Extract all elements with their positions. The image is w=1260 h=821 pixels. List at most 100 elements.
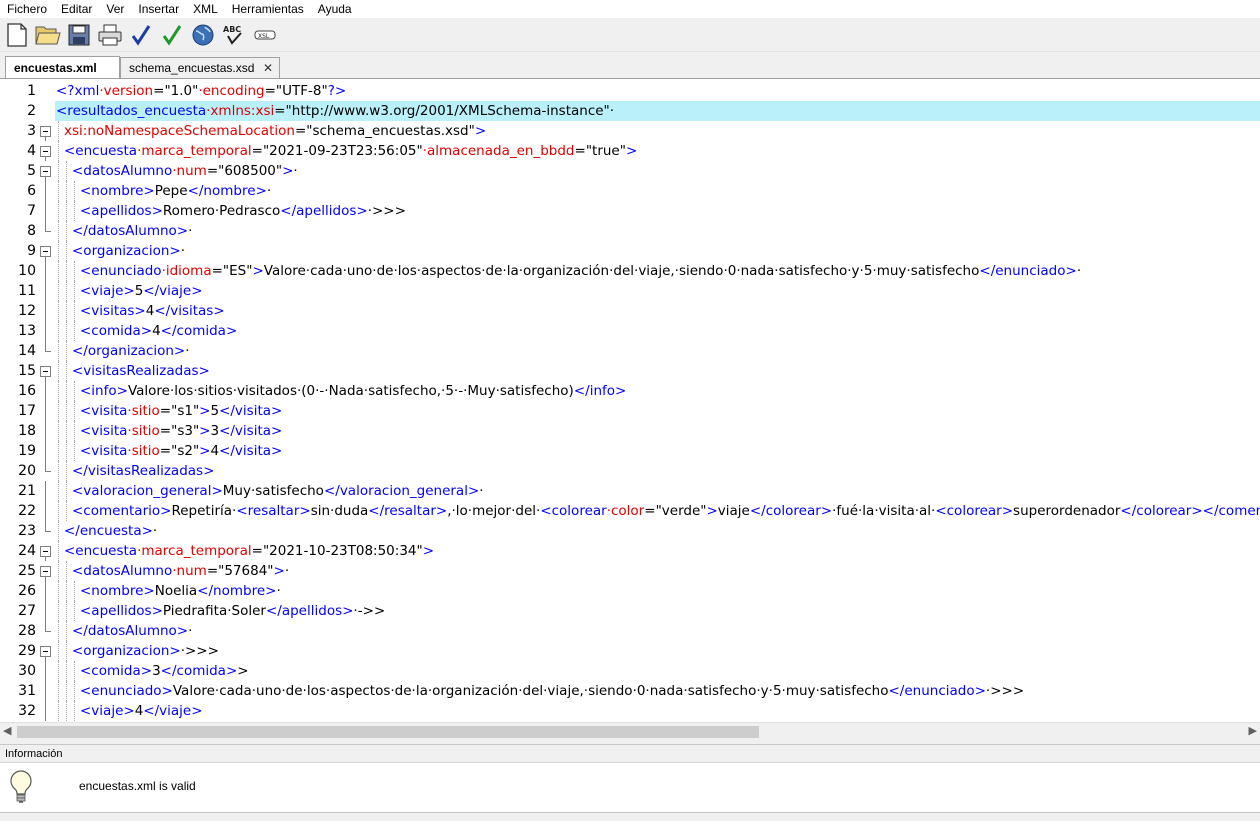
indent-guide: [66, 381, 67, 401]
fold-toggle-icon[interactable]: [40, 566, 51, 577]
code-line[interactable]: <encuesta·marca_temporal="2021-09-23T23:…: [64, 141, 637, 161]
line-number: 14: [18, 343, 36, 359]
indent-guide: [74, 321, 75, 341]
fold-line: [45, 661, 46, 681]
open-button[interactable]: [34, 21, 62, 49]
tab-schema-encuestas-xsd[interactable]: schema_encuestas.xsd ✕: [120, 57, 280, 78]
browser-button[interactable]: [189, 21, 217, 49]
fold-toggle-icon[interactable]: [40, 366, 51, 377]
code-line[interactable]: <resultados_encuesta·xmlns:xsi="http://w…: [56, 101, 614, 121]
code-line[interactable]: <visita·sitio="s3">3</visita>: [80, 421, 282, 441]
fold-toggle-icon[interactable]: [40, 126, 51, 137]
code-line[interactable]: </datosAlumno>·: [72, 221, 192, 241]
code-token: <datosAlumno: [72, 163, 173, 179]
code-line[interactable]: <comida>4</comida>: [80, 321, 237, 341]
check-button[interactable]: [127, 21, 155, 49]
code-line[interactable]: </visitasRealizadas>: [72, 461, 214, 481]
fold-line: [45, 261, 46, 281]
code-line[interactable]: <visita·sitio="s1">5</visita>: [80, 401, 282, 421]
code-token: ·num: [172, 163, 207, 179]
code-line[interactable]: <enunciado>Valore·cada·uno·de·los·aspect…: [80, 681, 1024, 701]
scroll-left-icon[interactable]: ◀: [3, 724, 11, 737]
code-line[interactable]: <datosAlumno·num="608500">·: [72, 161, 298, 181]
code-line[interactable]: <visitas>4</visitas>: [80, 301, 225, 321]
code-line[interactable]: <apellidos>Romero·Pedrasco</apellidos>·>…: [80, 201, 406, 221]
fold-toggle-icon[interactable]: [40, 646, 51, 657]
xsl-button[interactable]: XSL: [251, 21, 279, 49]
fold-toggle-icon[interactable]: [40, 246, 51, 257]
menu-ayuda[interactable]: Ayuda: [311, 0, 359, 18]
menu-xml[interactable]: XML: [186, 0, 225, 18]
code-line[interactable]: <visitasRealizadas>: [72, 361, 210, 381]
code-token: ·: [1076, 263, 1082, 279]
fold-end-mark: [45, 471, 51, 472]
new-file-button[interactable]: [3, 21, 31, 49]
menu-fichero[interactable]: Fichero: [0, 0, 54, 18]
indent-guide: [58, 401, 59, 421]
code-line[interactable]: <nombre>Pepe</nombre>·: [80, 181, 271, 201]
code-line[interactable]: <organizacion>·: [72, 241, 185, 261]
code-line[interactable]: <visita·sitio="s2">4</visita>: [80, 441, 282, 461]
indent-guide: [58, 501, 59, 521]
line-number: 19: [18, 443, 36, 459]
indent-guide: [58, 361, 59, 381]
fold-line: [45, 157, 46, 161]
code-line[interactable]: <enunciado·idioma="ES">Valore·cada·uno·d…: [80, 261, 1081, 281]
fold-toggle-icon[interactable]: [40, 146, 51, 157]
menu-ver[interactable]: Ver: [99, 0, 131, 18]
horizontal-scrollbar[interactable]: ◀ ▶: [0, 722, 1260, 741]
code-line[interactable]: <nombre>Noelia</nombre>·: [80, 581, 281, 601]
code-line[interactable]: <viaje>4</viaje>: [80, 701, 203, 721]
code-line[interactable]: <viaje>5</viaje>: [80, 281, 203, 301]
fold-toggle-icon[interactable]: [40, 546, 51, 557]
indent-guide: [58, 241, 59, 261]
fold-toggle-icon[interactable]: [40, 166, 51, 177]
menu-herramientas[interactable]: Herramientas: [225, 0, 311, 18]
code-token: <enunciado>: [80, 683, 173, 699]
code-token: <colorear: [540, 503, 607, 519]
code-line[interactable]: </encuesta>·: [64, 521, 157, 541]
save-button[interactable]: [65, 21, 93, 49]
scroll-right-icon[interactable]: ▶: [1249, 724, 1257, 737]
indent-guide: [58, 541, 59, 561]
menu-insertar[interactable]: Insertar: [131, 0, 186, 18]
indent-guide: [66, 401, 67, 421]
validate-button[interactable]: [158, 21, 186, 49]
code-token: ·: [185, 343, 190, 359]
line-number: 15: [18, 363, 36, 379]
indent-guide: [58, 701, 59, 721]
code-token: <enunciado: [80, 263, 162, 279]
code-line[interactable]: <?xml·version="1.0"·encoding="UTF-8"?>: [56, 81, 346, 101]
code-line[interactable]: </organizacion>·: [72, 341, 190, 361]
spellcheck-button[interactable]: ABC: [220, 21, 248, 49]
tab-encuestas-xml[interactable]: encuestas.xml: [5, 56, 120, 78]
code-token: ·sitio: [127, 423, 160, 439]
code-line[interactable]: </datosAlumno>·: [72, 621, 192, 641]
code-token: =: [206, 563, 219, 579]
code-line[interactable]: <organizacion>·>>>: [72, 641, 219, 661]
svg-text:XSL: XSL: [258, 33, 270, 40]
line-number: 7: [27, 203, 36, 219]
fold-end-mark: [45, 351, 51, 352]
xml-editor[interactable]: 1 <?xml·version="1.0"·encoding="UTF-8"?> 2…: [0, 79, 1260, 722]
print-button[interactable]: [96, 21, 124, 49]
close-tab-icon[interactable]: ✕: [263, 61, 273, 75]
code-line[interactable]: <encuesta·marca_temporal="2021-10-23T08:…: [64, 541, 434, 561]
fold-line: [45, 201, 46, 221]
code-line[interactable]: <apellidos>Piedrafita·Soler</apellidos>·…: [80, 601, 385, 621]
code-token: ·: [180, 243, 185, 259]
line-number: 13: [18, 323, 36, 339]
code-line[interactable]: xsi:noNamespaceSchemaLocation="schema_en…: [64, 121, 486, 141]
scroll-thumb[interactable]: [17, 726, 759, 738]
code-token: Pepe: [154, 183, 188, 199]
code-token: =: [206, 163, 219, 179]
indent-guide: [74, 181, 75, 201]
code-line[interactable]: <valoracion_general>Muy·satisfecho</valo…: [72, 481, 484, 501]
code-line[interactable]: <datosAlumno·num="57684">·: [72, 561, 289, 581]
code-line[interactable]: <comida>3</comida>>: [80, 661, 249, 681]
code-line[interactable]: <info>Valore·los·sitios·visitados·(0·-·N…: [80, 381, 626, 401]
menu-editar[interactable]: Editar: [54, 0, 99, 18]
line-number: 28: [18, 623, 36, 639]
code-line[interactable]: <comentario>Repetiría·<resaltar>sin·duda…: [72, 501, 1260, 521]
indent-guide: [66, 441, 67, 461]
